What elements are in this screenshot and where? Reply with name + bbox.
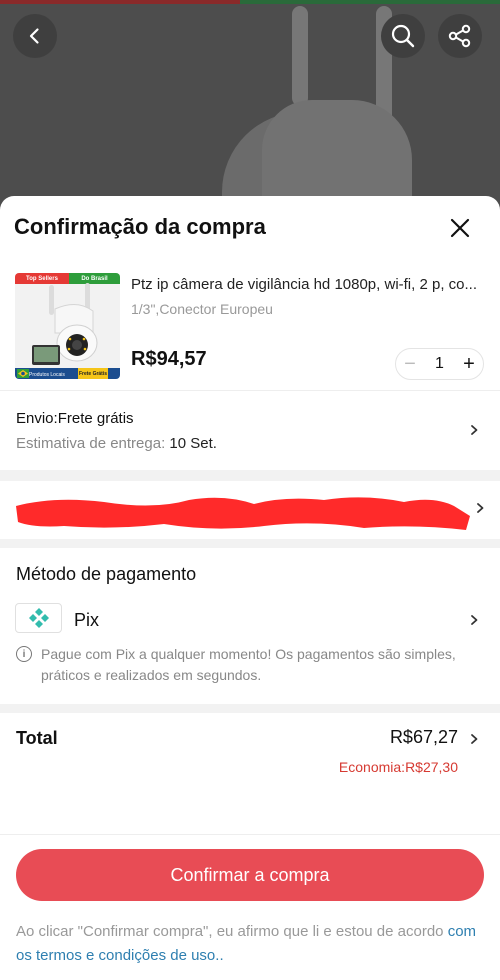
- redacted-address-scribble: [16, 497, 470, 530]
- brazil-flag-icon: [17, 369, 29, 378]
- pix-logo: [15, 603, 62, 633]
- product-thumbnail[interactable]: Top Sellers Do Brasil Produtos Locais Fr…: [15, 273, 120, 379]
- terms-statement: Ao clicar "Confirmar compra", eu afirmo …: [16, 923, 448, 940]
- delivery-estimate: Estimativa de entrega: 10 Set.: [16, 435, 217, 452]
- close-button[interactable]: [446, 214, 474, 242]
- camera-product-image: [32, 283, 98, 365]
- purchase-confirmation-sheet: Confirmação da compra Top Sellers Do Bra…: [0, 196, 500, 980]
- sheet-title: Confirmação da compra: [14, 214, 266, 239]
- header-stripe-red: [0, 0, 240, 4]
- shipping-title: Envio:Frete grátis: [16, 410, 134, 427]
- section-separator: [0, 470, 500, 481]
- section-separator: [0, 539, 500, 548]
- share-icon: [448, 24, 471, 48]
- payment-method-title: Método de pagamento: [16, 564, 197, 584]
- pix-icon: [28, 608, 49, 628]
- terms-text: Ao clicar "Confirmar compra", eu afirmo …: [16, 920, 486, 968]
- savings-amount: Economia:R$27,30: [338, 759, 458, 775]
- close-icon: [450, 218, 470, 238]
- thumbnail-tag-produtos-locais: Produtos Locais: [29, 372, 65, 378]
- product-price: R$94,57: [131, 348, 207, 370]
- product-image-background: [0, 0, 500, 220]
- chevron-right-icon: [471, 615, 478, 625]
- total-value: R$67,27: [389, 727, 458, 747]
- product-title[interactable]: Ptz ip câmera de vigilância hd 1080p, wi…: [131, 276, 486, 293]
- search-button[interactable]: [381, 14, 425, 58]
- back-button[interactable]: [13, 14, 57, 58]
- chevron-right-icon: [477, 503, 484, 513]
- share-button[interactable]: [438, 14, 482, 58]
- divider: [0, 390, 500, 391]
- camera-body: [262, 100, 412, 200]
- header-stripe-green: [240, 0, 500, 4]
- info-icon: i: [16, 646, 32, 662]
- quantity-value[interactable]: 1: [424, 355, 455, 373]
- section-separator: [0, 704, 500, 713]
- payment-method-name: Pix: [74, 610, 100, 630]
- confirm-purchase-button[interactable]: Confirmar a compra: [16, 849, 484, 901]
- quantity-decrease-button[interactable]: −: [396, 353, 424, 376]
- product-variant: 1/3",Conector Europeu: [131, 301, 273, 317]
- chevron-left-icon: [29, 28, 39, 44]
- camera-antenna: [292, 6, 308, 106]
- search-icon: [391, 24, 415, 48]
- thumbnail-tag-frete-gratis: Frete Grátis: [78, 368, 108, 379]
- quantity-increase-button[interactable]: +: [455, 353, 483, 376]
- payment-note: Pague com Pix a qualquer momento! Os pag…: [41, 646, 456, 683]
- delivery-estimate-label: Estimativa de entrega:: [16, 435, 170, 452]
- divider: [0, 834, 500, 835]
- chevron-right-icon: [471, 734, 478, 744]
- chevron-right-icon: [471, 425, 478, 435]
- total-label: Total: [16, 728, 58, 748]
- quantity-stepper: − 1 +: [395, 348, 484, 380]
- delivery-estimate-date: 10 Set.: [169, 435, 217, 452]
